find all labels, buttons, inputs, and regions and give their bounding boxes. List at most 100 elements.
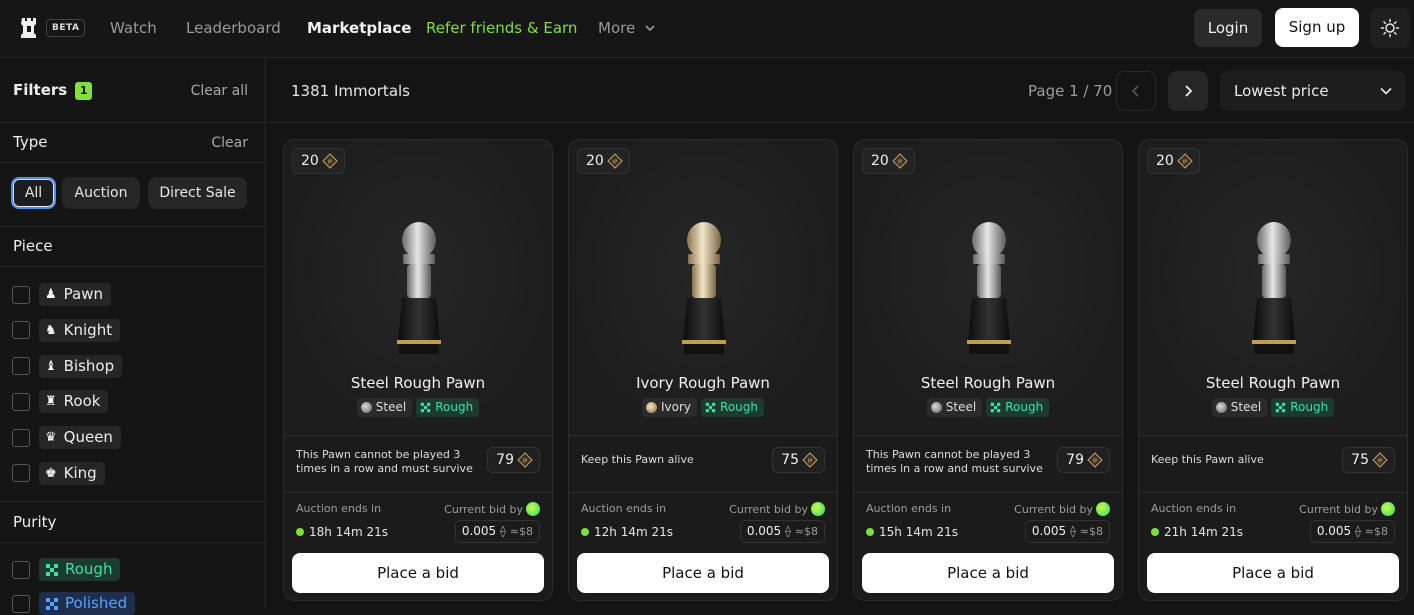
rule-row: This Pawn cannot be played 3 times in a … bbox=[284, 435, 552, 493]
price-eth: 0.005 bbox=[1031, 524, 1067, 538]
listing-card[interactable]: 20 IP Steel Rough Pawn Steel Rough bbox=[283, 139, 553, 601]
current-bid-price: 0.005 ⟠ ≈$8 bbox=[1309, 520, 1395, 543]
live-dot-icon bbox=[866, 528, 874, 536]
listing-card[interactable]: 20 IP Steel Rough Pawn Steel Rough bbox=[853, 139, 1123, 601]
card-title: Steel Rough Pawn bbox=[920, 374, 1056, 392]
material-swatch-icon bbox=[930, 402, 942, 413]
place-bid-button[interactable]: Place a bid bbox=[862, 553, 1114, 593]
auction-ends-label: Auction ends in bbox=[866, 502, 952, 515]
bidder-avatar[interactable] bbox=[1096, 502, 1110, 516]
place-bid-button[interactable]: Place a bid bbox=[1147, 553, 1399, 593]
pawn-icon: ♟ bbox=[45, 287, 57, 302]
bidder-avatar[interactable] bbox=[526, 502, 540, 516]
sign-up-button[interactable]: Sign up bbox=[1275, 8, 1359, 47]
clear-all-button[interactable]: Clear all bbox=[191, 83, 248, 99]
current-bid-price: 0.005 ⟠ ≈$8 bbox=[739, 520, 825, 543]
purity-tag: Rough bbox=[1271, 398, 1335, 417]
pawn-checkbox[interactable] bbox=[12, 286, 30, 304]
queen-checkbox[interactable] bbox=[12, 429, 30, 447]
rule-row: This Pawn cannot be played 3 times in a … bbox=[854, 435, 1122, 493]
ip-diamond-icon: IP bbox=[1087, 452, 1103, 468]
purity-title: Purity bbox=[13, 513, 57, 531]
next-page-button[interactable] bbox=[1168, 71, 1208, 111]
ip-diamond-icon: IP bbox=[517, 452, 533, 468]
chevron-left-icon bbox=[1132, 85, 1139, 97]
current-bid-label: Current bid by bbox=[1014, 502, 1110, 516]
sun-icon bbox=[1380, 18, 1400, 38]
live-dot-icon bbox=[581, 528, 589, 536]
rook-checkbox[interactable] bbox=[12, 393, 30, 411]
theme-toggle-button[interactable] bbox=[1370, 8, 1410, 48]
polished-label: Polished bbox=[65, 594, 128, 612]
pawn-piece-image bbox=[1252, 222, 1296, 354]
bishop-icon: ♝ bbox=[45, 359, 57, 374]
rule-points: 79 bbox=[1066, 452, 1084, 468]
sort-dropdown[interactable]: Lowest price bbox=[1220, 71, 1406, 111]
type-direct-sale-chip[interactable]: Direct Sale bbox=[148, 177, 247, 209]
rule-points: 79 bbox=[496, 452, 514, 468]
eth-icon: ⟠ bbox=[1355, 524, 1361, 538]
material-label: Steel bbox=[1230, 400, 1262, 414]
rook-label: Rook bbox=[63, 392, 101, 410]
purity-tag: Rough bbox=[701, 398, 764, 417]
nav-refer-friends[interactable]: Refer friends & Earn bbox=[426, 19, 577, 37]
rough-label: Rough bbox=[65, 560, 113, 578]
timer-value: 21h 14m 21s bbox=[1164, 525, 1243, 539]
place-bid-button[interactable]: Place a bid bbox=[577, 553, 829, 593]
price-eth: 0.005 bbox=[1316, 524, 1352, 538]
bidder-avatar[interactable] bbox=[811, 502, 825, 516]
knight-tag: ♞ Knight bbox=[39, 319, 121, 342]
rook-logo-icon[interactable] bbox=[20, 17, 38, 39]
login-button[interactable]: Login bbox=[1194, 9, 1262, 47]
filters-label: Filters bbox=[13, 81, 68, 99]
bishop-checkbox[interactable] bbox=[12, 357, 30, 375]
top-navigation-bar: BETA Watch Leaderboard Marketplace Refer… bbox=[0, 0, 1414, 58]
nav-marketplace[interactable]: Marketplace bbox=[307, 19, 411, 37]
place-bid-button[interactable]: Place a bid bbox=[292, 553, 544, 593]
purity-label: Rough bbox=[1005, 400, 1044, 414]
pawn-label: Pawn bbox=[63, 285, 103, 303]
type-all-chip[interactable]: All bbox=[11, 177, 56, 209]
price-usd: ≈$8 bbox=[1364, 525, 1388, 538]
rough-checkbox[interactable] bbox=[12, 561, 30, 579]
purity-tag: Rough bbox=[416, 398, 480, 417]
bidder-avatar[interactable] bbox=[1381, 502, 1395, 516]
bishop-tag: ♝ Bishop bbox=[39, 355, 123, 378]
nav-leaderboard[interactable]: Leaderboard bbox=[186, 19, 281, 37]
nav-watch[interactable]: Watch bbox=[110, 19, 157, 37]
knight-checkbox[interactable] bbox=[12, 321, 30, 339]
knight-label: Knight bbox=[63, 321, 113, 339]
ip-value: 20 bbox=[586, 153, 604, 169]
listing-card[interactable]: 20 IP Steel Rough Pawn Steel Rough bbox=[1138, 139, 1408, 601]
beta-badge: BETA bbox=[46, 19, 86, 37]
ip-diamond-icon: IP bbox=[1177, 153, 1193, 169]
rule-row: Keep this Pawn alive 75 IP bbox=[1139, 435, 1407, 493]
king-label: King bbox=[63, 464, 97, 482]
material-tag: Steel bbox=[1211, 398, 1268, 417]
rough-gem-icon bbox=[421, 402, 431, 413]
listing-card[interactable]: 20 IP Ivory Rough Pawn Ivory Rough Keep … bbox=[568, 139, 838, 601]
chevron-down-icon bbox=[645, 25, 655, 32]
nav-more[interactable]: More bbox=[598, 19, 655, 37]
filters-header: Filters 1 Clear all bbox=[0, 59, 266, 123]
material-swatch-icon bbox=[646, 402, 657, 413]
current-bid-price: 0.005 ⟠ ≈$8 bbox=[1024, 520, 1110, 543]
filters-title: Filters 1 bbox=[13, 81, 93, 100]
king-checkbox[interactable] bbox=[12, 464, 30, 482]
card-tags: Ivory Rough bbox=[569, 398, 837, 417]
purity-label: Rough bbox=[435, 400, 474, 414]
current-bid-text: Current bid by bbox=[1299, 503, 1378, 516]
queen-icon: ♛ bbox=[45, 430, 57, 445]
current-bid-text: Current bid by bbox=[1014, 503, 1093, 516]
previous-page-button[interactable] bbox=[1116, 71, 1156, 111]
type-auction-chip[interactable]: Auction bbox=[62, 177, 140, 209]
eth-icon: ⟠ bbox=[1070, 524, 1076, 538]
eth-icon: ⟠ bbox=[500, 524, 506, 538]
svg-text:IP: IP bbox=[1378, 459, 1383, 465]
type-clear-button[interactable]: Clear bbox=[211, 135, 248, 151]
page-indicator: Page 1 / 70 bbox=[1028, 82, 1113, 100]
material-swatch-icon bbox=[360, 402, 372, 413]
pawn-piece-image bbox=[682, 222, 726, 354]
polished-gem-icon bbox=[46, 597, 58, 610]
polished-checkbox[interactable] bbox=[12, 595, 30, 613]
